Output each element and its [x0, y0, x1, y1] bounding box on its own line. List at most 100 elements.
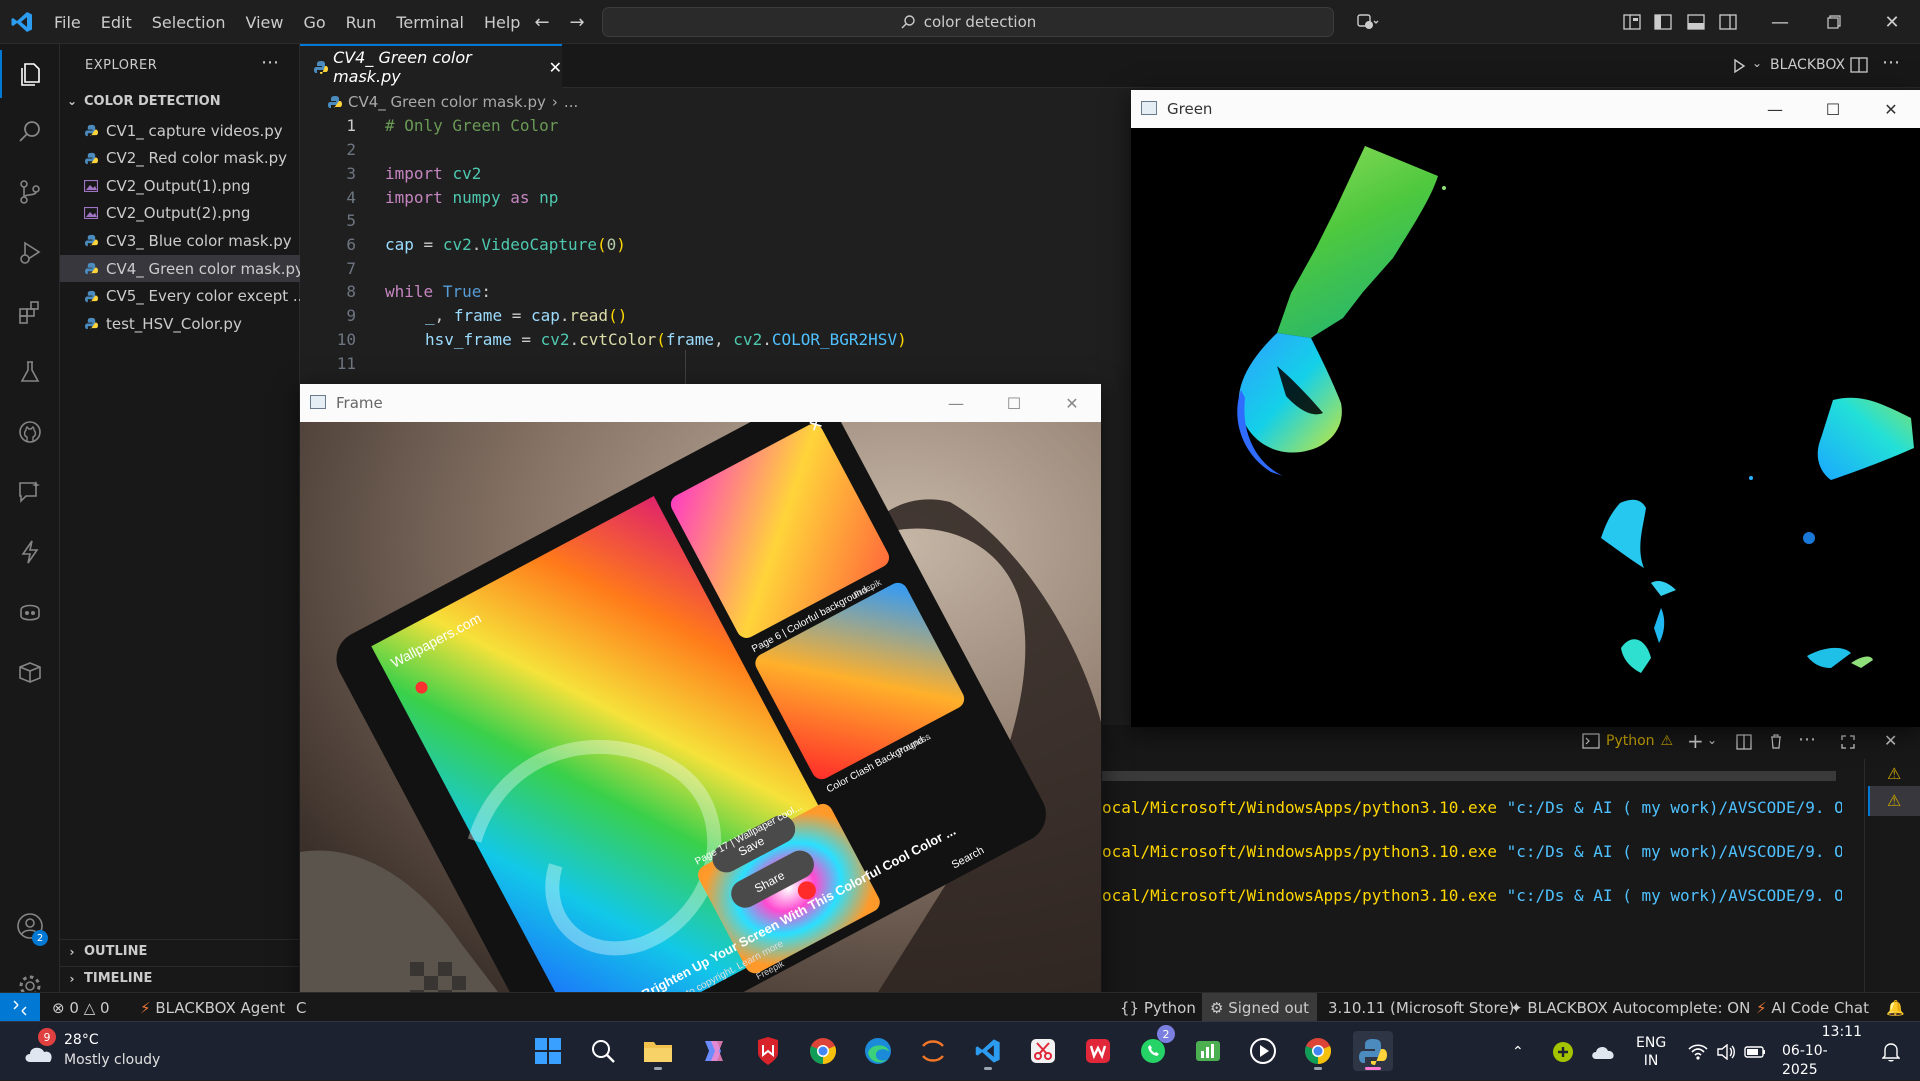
status-truncated[interactable]: C	[296, 993, 306, 1022]
back-arrow-icon[interactable]: ←	[530, 10, 554, 34]
weather-widget-icon[interactable]: 9	[20, 1028, 60, 1070]
file-explorer-icon[interactable]	[638, 1031, 678, 1071]
extensions-icon[interactable]	[0, 288, 60, 336]
containers-icon[interactable]	[0, 648, 60, 696]
weather-temp[interactable]: 28°C	[64, 1032, 99, 1048]
customize-layout-icon[interactable]	[1620, 10, 1644, 34]
toggle-sidebar-icon[interactable]	[1651, 10, 1675, 34]
vscode-logo-icon[interactable]	[10, 10, 34, 34]
show-hidden-icons[interactable]: ⌃	[1512, 1022, 1524, 1081]
toggle-secondary-sidebar-icon[interactable]	[1716, 10, 1740, 34]
lightning-icon[interactable]	[0, 528, 60, 576]
tab-active-file[interactable]: CV4_ Green color mask.py ✕	[300, 44, 562, 88]
breadcrumb-file[interactable]: CV4_ Green color mask.py	[348, 93, 546, 111]
green-mask-window[interactable]: Green — ☐ ✕	[1131, 90, 1920, 727]
menu-selection[interactable]: Selection	[142, 13, 236, 32]
code-editor[interactable]: 1 2 3 4 5 6 7 8 9 10 11 # Only Green Col…	[300, 114, 1130, 394]
terminal-python-tab[interactable]: Python ⚠	[1582, 733, 1673, 749]
terminal-warning-icon[interactable]: ⚠	[1887, 791, 1901, 810]
vscode-taskbar-icon[interactable]	[968, 1031, 1008, 1071]
terminal-warning-icon[interactable]: ⚠	[1887, 764, 1901, 783]
file-item[interactable]: CV2_Output(2).png	[60, 200, 300, 227]
taskbar-search-icon[interactable]	[583, 1031, 623, 1071]
close-tab-icon[interactable]: ✕	[549, 58, 562, 77]
testing-flask-icon[interactable]	[0, 348, 60, 396]
terminal-dropdown-icon[interactable]: ⌄	[1707, 733, 1717, 747]
close-panel-icon[interactable]: ✕	[1884, 731, 1897, 750]
chart-app-icon[interactable]	[1188, 1031, 1228, 1071]
menu-edit[interactable]: Edit	[91, 13, 142, 32]
green-window-titlebar[interactable]: Green — ☐ ✕	[1131, 90, 1920, 128]
edge-icon[interactable]	[858, 1031, 898, 1071]
breadcrumb-more[interactable]: ...	[564, 93, 578, 111]
ai-chat-status[interactable]: ⚡ AI Code Chat	[1756, 993, 1869, 1022]
media-player-icon[interactable]	[1243, 1031, 1283, 1071]
folder-header[interactable]: ⌄ COLOR DETECTION	[60, 89, 300, 113]
file-item[interactable]: test_HSV_Color.py	[60, 310, 300, 337]
autocomplete-status[interactable]: ✦ BLACKBOX Autocomplete: ON	[1510, 993, 1750, 1022]
battery-icon[interactable]	[1744, 1022, 1766, 1081]
forward-arrow-icon[interactable]: →	[565, 10, 589, 34]
trash-icon[interactable]	[1768, 733, 1784, 753]
file-item[interactable]: CV5_ Every color except ...	[60, 283, 300, 310]
blackbox-agent-status[interactable]: ⚡ BLACKBOX Agent	[140, 993, 285, 1022]
wps-office-icon[interactable]	[1078, 1031, 1118, 1071]
more-actions-icon[interactable]: ⋯	[1798, 729, 1816, 750]
volume-icon[interactable]	[1716, 1022, 1736, 1081]
whatsapp-icon[interactable]: 2	[1133, 1025, 1175, 1071]
blackbox-chat-icon[interactable]	[0, 468, 60, 516]
close-icon[interactable]: ✕	[1043, 384, 1101, 422]
menu-terminal[interactable]: Terminal	[386, 13, 474, 32]
file-item[interactable]: CV2_Output(1).png	[60, 172, 300, 199]
notifications-bell-icon[interactable]: 🔔	[1886, 993, 1905, 1022]
terminal-output[interactable]: ocal/Microsoft/WindowsApps/python3.10.ex…	[1102, 759, 1920, 992]
maximize-panel-icon[interactable]	[1840, 734, 1856, 754]
run-dropdown-icon[interactable]: ⌄	[1752, 56, 1762, 70]
frame-window-titlebar[interactable]: Frame — ☐ ✕	[300, 384, 1101, 422]
camera-frame-window[interactable]: Frame — ☐ ✕ Wallpapers.com Download Brig…	[300, 384, 1101, 1021]
explorer-icon[interactable]	[0, 50, 60, 98]
toggle-panel-icon[interactable]	[1684, 10, 1708, 34]
more-actions-icon[interactable]: ⋯	[1882, 52, 1900, 73]
command-center-search[interactable]: color detection	[602, 7, 1334, 37]
menu-go[interactable]: Go	[293, 13, 335, 32]
interpreter-status[interactable]: 3.10.11 (Microsoft Store)	[1328, 993, 1514, 1022]
menu-help[interactable]: Help	[474, 13, 530, 32]
github-icon[interactable]	[0, 408, 60, 456]
run-button[interactable]	[1724, 54, 1754, 78]
tray-app-icon[interactable]	[1552, 1022, 1574, 1081]
signed-out-status[interactable]: ⚙ Signed out	[1202, 993, 1318, 1022]
file-item[interactable]: CV1_ capture videos.py	[60, 117, 300, 144]
mcafee-icon[interactable]	[748, 1031, 788, 1071]
chrome-profile-icon[interactable]	[1298, 1031, 1338, 1071]
minimize-icon[interactable]: —	[927, 384, 985, 422]
file-item[interactable]: CV3_ Blue color mask.py	[60, 227, 300, 254]
jupyter-icon[interactable]	[913, 1031, 953, 1071]
restore-icon[interactable]	[1822, 10, 1846, 34]
weather-desc[interactable]: Mostly cloudy	[64, 1052, 160, 1068]
onedrive-cloud-icon[interactable]	[1590, 1022, 1616, 1081]
split-terminal-icon[interactable]	[1736, 734, 1752, 754]
timeline-section[interactable]: › TIMELINE	[60, 966, 300, 990]
minimize-icon[interactable]: —	[1768, 10, 1792, 34]
copilot-app-icon[interactable]	[693, 1031, 733, 1071]
problems-indicator[interactable]: ⊗ 0 △ 0	[52, 993, 110, 1022]
python-app-icon[interactable]	[1353, 1031, 1393, 1071]
search-icon[interactable]	[0, 108, 60, 156]
input-language[interactable]: ENG IN	[1636, 1022, 1666, 1081]
more-actions-icon[interactable]: ⋯	[261, 52, 279, 73]
close-icon[interactable]: ✕	[1862, 90, 1920, 128]
outline-section[interactable]: › OUTLINE	[60, 939, 300, 963]
menu-file[interactable]: File	[44, 13, 91, 32]
maximize-icon[interactable]: ☐	[1804, 90, 1862, 128]
menu-view[interactable]: View	[236, 13, 294, 32]
chrome-icon[interactable]	[803, 1031, 843, 1071]
remote-indicator[interactable]	[0, 993, 40, 1022]
accounts-icon[interactable]: 2	[0, 902, 60, 950]
snipping-tool-icon[interactable]	[1023, 1031, 1063, 1071]
new-terminal-icon[interactable]: +	[1687, 729, 1704, 753]
source-control-icon[interactable]	[0, 168, 60, 216]
language-status[interactable]: {} Python	[1120, 993, 1196, 1022]
copilot-icon[interactable]	[1350, 10, 1386, 34]
copilot-chat-icon[interactable]	[0, 588, 60, 636]
